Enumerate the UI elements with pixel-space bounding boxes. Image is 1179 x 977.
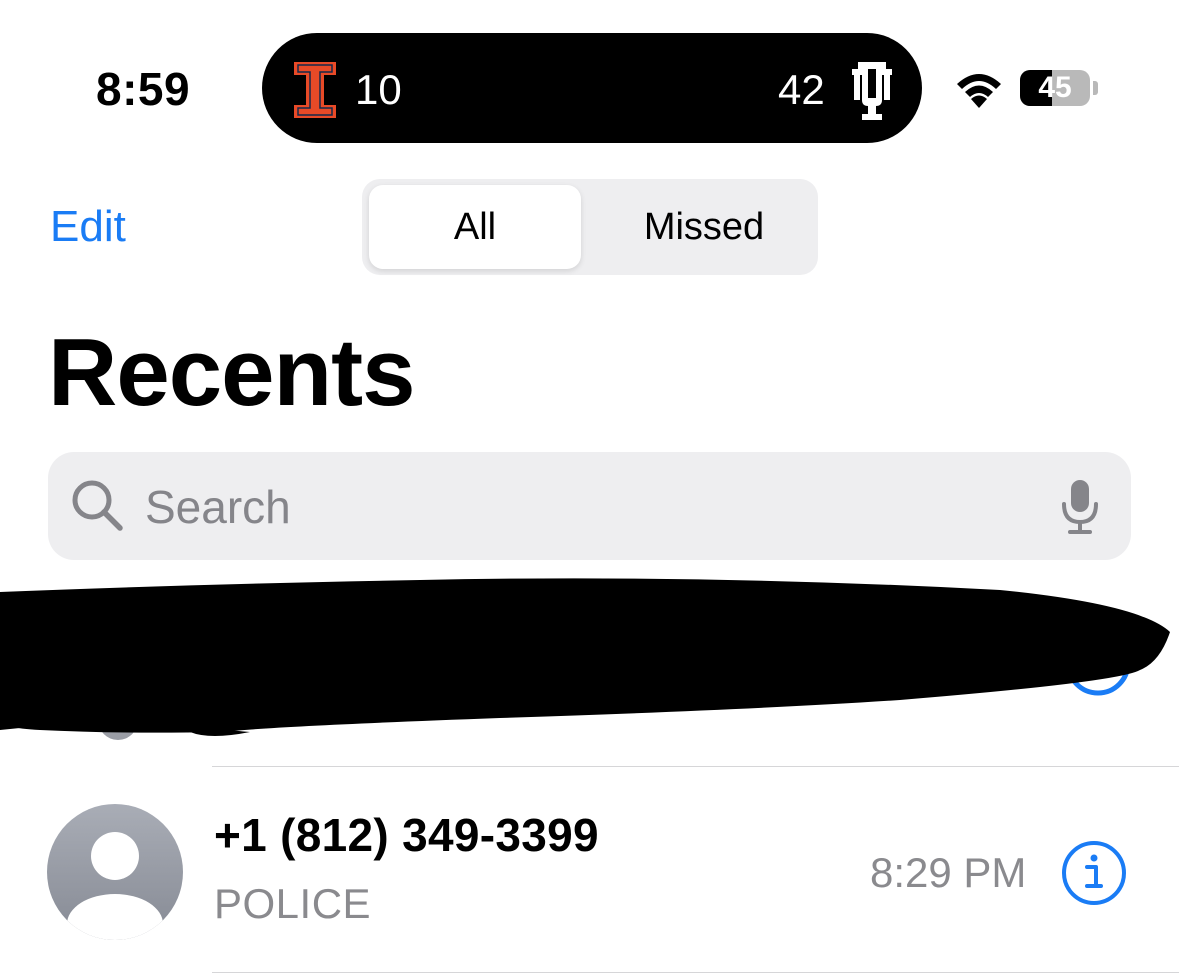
microphone-icon[interactable] <box>1060 478 1100 536</box>
redaction-scribble <box>0 578 1170 740</box>
illinois-logo-icon <box>294 62 336 118</box>
segment-all[interactable]: All <box>369 185 581 269</box>
call-time: 8:29 PM <box>870 849 1027 896</box>
edit-button[interactable]: Edit <box>50 202 126 252</box>
row-divider <box>212 766 1179 767</box>
wifi-icon <box>957 74 1001 108</box>
info-icon[interactable] <box>1061 840 1127 906</box>
avatar <box>47 804 183 940</box>
indiana-logo-icon <box>852 62 892 120</box>
battery-percent: 45 <box>1038 71 1072 104</box>
search-input[interactable]: Search <box>145 480 291 534</box>
segment-missed[interactable]: Missed <box>590 185 818 269</box>
page-title: Recents <box>48 319 415 426</box>
phone-recents-screen: 8:59 10 42 45 Edit All Missed Recents Se… <box>0 0 1179 977</box>
row-divider <box>212 972 1179 973</box>
home-score: 10 <box>355 66 402 113</box>
caller-label: POLICE <box>214 880 372 927</box>
away-score: 42 <box>778 66 825 113</box>
battery-nub <box>1093 81 1098 95</box>
status-time: 8:59 <box>96 63 191 115</box>
battery-icon: 45 <box>1020 70 1090 106</box>
search-icon <box>72 480 123 531</box>
caller-number[interactable]: +1 (812) 349-3399 <box>214 808 599 862</box>
